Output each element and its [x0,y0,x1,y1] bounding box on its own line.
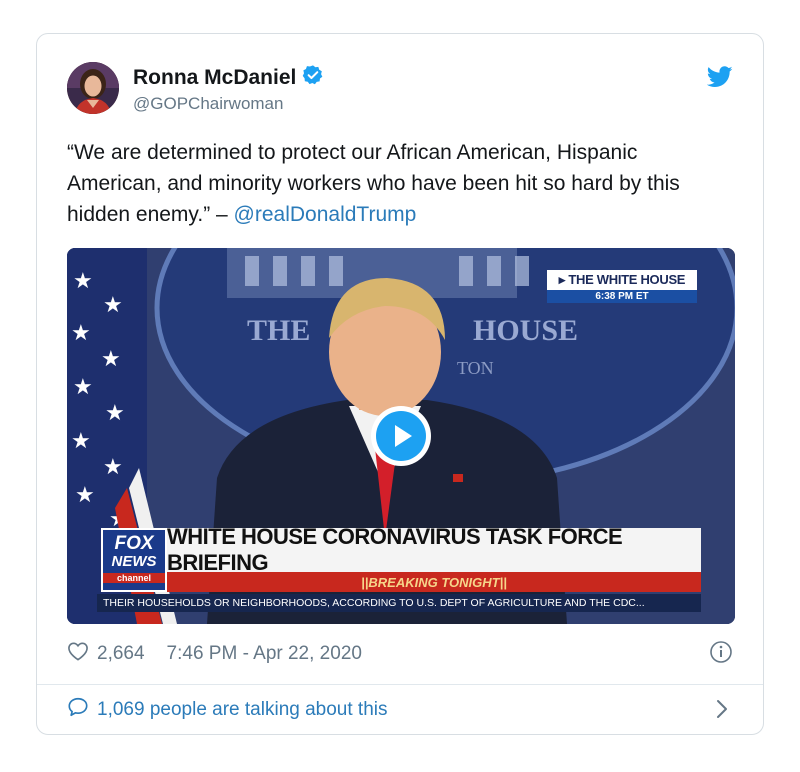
like-count[interactable]: 2,664 [97,643,145,665]
comment-bubble-icon [67,696,89,724]
location-label: ▸ THE WHITE HOUSE [547,270,697,290]
author-name[interactable]: Ronna McDaniel [133,66,296,90]
author-handle[interactable]: @GOPChairwoman [133,94,324,114]
svg-text:★: ★ [105,400,125,425]
tweet-meta: 2,664 7:46 PM - Apr 22, 2020 [67,641,362,667]
play-icon [376,411,426,461]
divider [37,684,763,685]
video-player[interactable]: THE HOUSE TON ★★ ★★ ★★ ★★ ★★ [67,248,735,624]
info-icon[interactable] [709,640,733,669]
heart-icon[interactable] [67,641,89,667]
talking-count[interactable]: 1,069 people are talking about this [97,699,388,721]
verified-badge-icon [302,64,324,91]
avatar-image [67,62,119,114]
svg-text:★: ★ [101,346,121,371]
tweet-text: “We are determined to protect our Africa… [67,137,727,230]
avatar[interactable] [67,62,119,114]
play-button[interactable] [371,406,431,466]
svg-text:★: ★ [103,454,123,479]
svg-text:★: ★ [73,374,93,399]
author-block[interactable]: Ronna McDaniel @GOPChairwoman [133,64,324,114]
fox-logo-line1: FOX [114,533,154,554]
backdrop-text-right: HOUSE [473,314,578,347]
backdrop-text-sub: TON [457,358,494,378]
backdrop-text-left: THE [247,314,310,347]
svg-text:★: ★ [73,268,93,293]
conversation-link[interactable]: 1,069 people are talking about this [67,696,388,724]
chyron-headline: WHITE HOUSE CORONAVIRUS TASK FORCE BRIEF… [167,524,701,575]
mention-link[interactable]: @realDonaldTrump [234,203,417,226]
news-ticker: THEIR HOUSEHOLDS OR NEIGHBORHOODS, ACCOR… [97,594,701,612]
svg-text:★: ★ [103,292,123,317]
svg-text:★: ★ [75,482,95,507]
fox-logo-line3: channel [103,573,165,583]
tweet-card: Ronna McDaniel @GOPChairwoman “We are de… [36,33,764,735]
location-text: THE WHITE HOUSE [568,272,686,287]
fox-news-logo: FOX NEWS channel [101,528,167,592]
svg-text:★: ★ [71,320,91,345]
svg-text:★: ★ [71,428,91,453]
location-badge: ▸ THE WHITE HOUSE 6:38 PM ET [547,270,697,303]
location-time: 6:38 PM ET [547,290,697,303]
chyron-breaking: || BREAKING TONIGHT || [167,572,701,592]
fox-logo-line2: NEWS [111,553,157,570]
twitter-bird-icon[interactable] [706,66,733,93]
chevron-right-icon[interactable] [715,698,729,725]
breaking-text: BREAKING TONIGHT [368,574,500,590]
tweet-timestamp[interactable]: 7:46 PM - Apr 22, 2020 [167,643,362,665]
